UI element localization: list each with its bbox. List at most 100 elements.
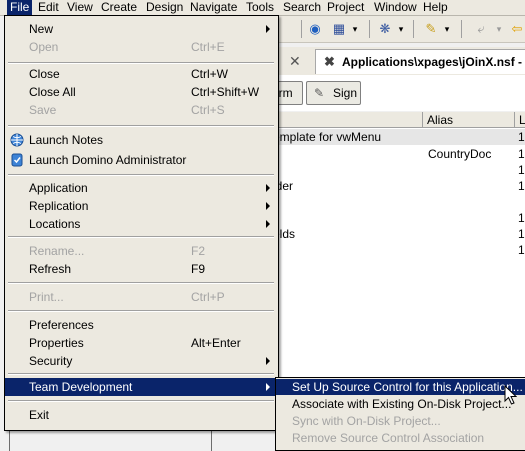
globe-icon[interactable]: ◉ [307,21,323,37]
menu-item-label: Close [29,67,60,81]
table-row[interactable]: emplate for vwMenu 1 [273,129,525,145]
submenu-arrow-icon [266,25,270,33]
menu-item-new[interactable]: New [5,20,278,38]
menu-file[interactable]: File [7,0,33,15]
menu-item-label: Application [29,181,88,195]
menu-separator [8,282,274,284]
menu-item-label: Team Development [29,380,133,394]
cell-last: 1 [518,179,525,193]
table-row[interactable]: elds 1 [273,226,525,242]
cell-last: 1 [518,130,525,144]
menu-item-label: Preferences [29,318,94,332]
menu-item-security[interactable]: Security [5,352,278,370]
menu-item-shortcut: Ctrl+W [191,67,228,81]
domino-admin-icon [11,153,23,167]
menu-separator [8,125,274,127]
menu-item-rename: Rename... F2 [5,242,278,260]
column-header-name[interactable] [275,112,423,128]
action-bar: orm ✎ Sign [267,75,525,111]
table-row[interactable]: 1 [275,162,525,178]
menu-item-label: Exit [29,408,50,422]
menu-item-shortcut: Ctrl+E [191,40,225,54]
menu-item-team-development[interactable]: Team Development [5,378,278,396]
menu-separator [8,373,274,375]
menu-item-label: Open [29,40,59,54]
chevron-down-icon[interactable]: ▾ [491,21,507,37]
main-toolbar: ◉ ▦ ▾ ❋ ▾ ✎ ▾ ⤶ ▾ ⇦ [275,16,525,43]
menu-item-associate-project[interactable]: Associate with Existing On-Disk Project.… [276,396,525,412]
table-row[interactable]: lder 1 [273,178,525,194]
menu-item-refresh[interactable]: Refresh F9 [5,260,278,278]
menu-project[interactable]: Project [324,0,367,15]
menu-separator [8,62,274,64]
menu-item-exit[interactable]: Exit [5,406,278,424]
menu-design[interactable]: Design [143,0,186,15]
menu-item-shortcut: F9 [191,262,206,276]
database-icon[interactable]: ▦ [331,21,347,37]
table-row[interactable]: 1 [275,242,525,258]
back-icon[interactable]: ⤶ [473,21,489,37]
menu-item-label: New [29,22,54,36]
toolbar-separator [413,20,414,38]
menu-item-label: Refresh [29,262,72,276]
column-header-last[interactable]: L [515,112,525,128]
menu-create[interactable]: Create [98,0,140,15]
menu-item-launch-notes[interactable]: Launch Notes [5,131,278,149]
menu-window[interactable]: Window [371,0,420,15]
menu-item-shortcut: Alt+Enter [191,336,241,350]
menu-item-preferences[interactable]: Preferences [5,316,278,334]
menu-item-label: Replication [29,199,89,213]
tab-application[interactable]: ✖ Applications\xpages\jOinX.nsf - F [315,49,525,74]
pen-icon[interactable]: ✎ [423,21,439,37]
debug-bug-icon[interactable]: ❋ [377,21,393,37]
file-menu: New Open Ctrl+E Close Ctrl+W Close All C… [4,15,279,431]
menu-item-label: Locations [29,217,81,231]
cell-last: 1 [518,147,525,161]
menu-item-replication[interactable]: Replication [5,197,278,215]
arrow-left-icon[interactable]: ⇦ [509,21,525,37]
menu-item-launch-admin[interactable]: Launch Domino Administrator [5,151,278,169]
column-header-alias[interactable]: Alias [423,112,515,128]
submenu-arrow-icon [266,184,270,192]
panel-divider [9,428,10,451]
close-icon[interactable]: ✖ [324,54,335,70]
close-icon[interactable]: ✕ [289,53,301,70]
menu-item-application[interactable]: Application [5,179,278,197]
menu-search[interactable]: Search [280,0,324,15]
menu-view[interactable]: View [64,0,96,15]
menu-item-shortcut: Ctrl+P [191,290,225,304]
menu-separator [8,236,274,238]
menu-item-label: Save [29,103,57,117]
menu-item-remove-association: Remove Source Control Association [292,431,485,445]
cell-last: 1 [518,243,525,257]
menu-item-close-all[interactable]: Close All Ctrl+Shift+W [5,83,278,101]
submenu-arrow-icon [266,357,270,365]
chevron-down-icon[interactable]: ▾ [439,21,455,37]
menu-separator [8,400,274,402]
chevron-down-icon[interactable]: ▾ [347,21,363,37]
menu-item-close[interactable]: Close Ctrl+W [5,65,278,83]
menu-item-sync-project: Sync with On-Disk Project... [292,414,441,428]
sign-button[interactable]: ✎ Sign [306,81,361,105]
toolbar-separator [461,20,462,38]
menu-navigate[interactable]: Navigate [187,0,240,15]
team-development-submenu: Set Up Source Control for this Applicati… [275,377,525,451]
cell-name: emplate for vwMenu [273,130,382,144]
table-row[interactable]: CountryDoc 1 [275,146,525,162]
menu-item-locations[interactable]: Locations [5,215,278,233]
table-row[interactable]: t 1 [273,210,525,226]
menu-item-shortcut: F2 [191,244,206,258]
menu-tools[interactable]: Tools [243,0,277,15]
cell-last: 1 [518,163,525,177]
submenu-arrow-icon [266,383,270,391]
editor-tab-row: ✕ ✖ Applications\xpages\jOinX.nsf - F [275,47,525,75]
menu-item-properties[interactable]: Properties Alt+Enter [5,334,278,352]
menu-item-setup-source-control[interactable]: Set Up Source Control for this Applicati… [276,379,525,395]
menu-item-label: Security [29,354,73,368]
menu-item-label: Launch Domino Administrator [29,153,187,167]
menu-item-shortcut: Ctrl+Shift+W [191,85,260,99]
menu-help[interactable]: Help [420,0,451,15]
submenu-arrow-icon [266,220,270,228]
chevron-down-icon[interactable]: ▾ [393,21,409,37]
menu-edit[interactable]: Edit [35,0,62,15]
